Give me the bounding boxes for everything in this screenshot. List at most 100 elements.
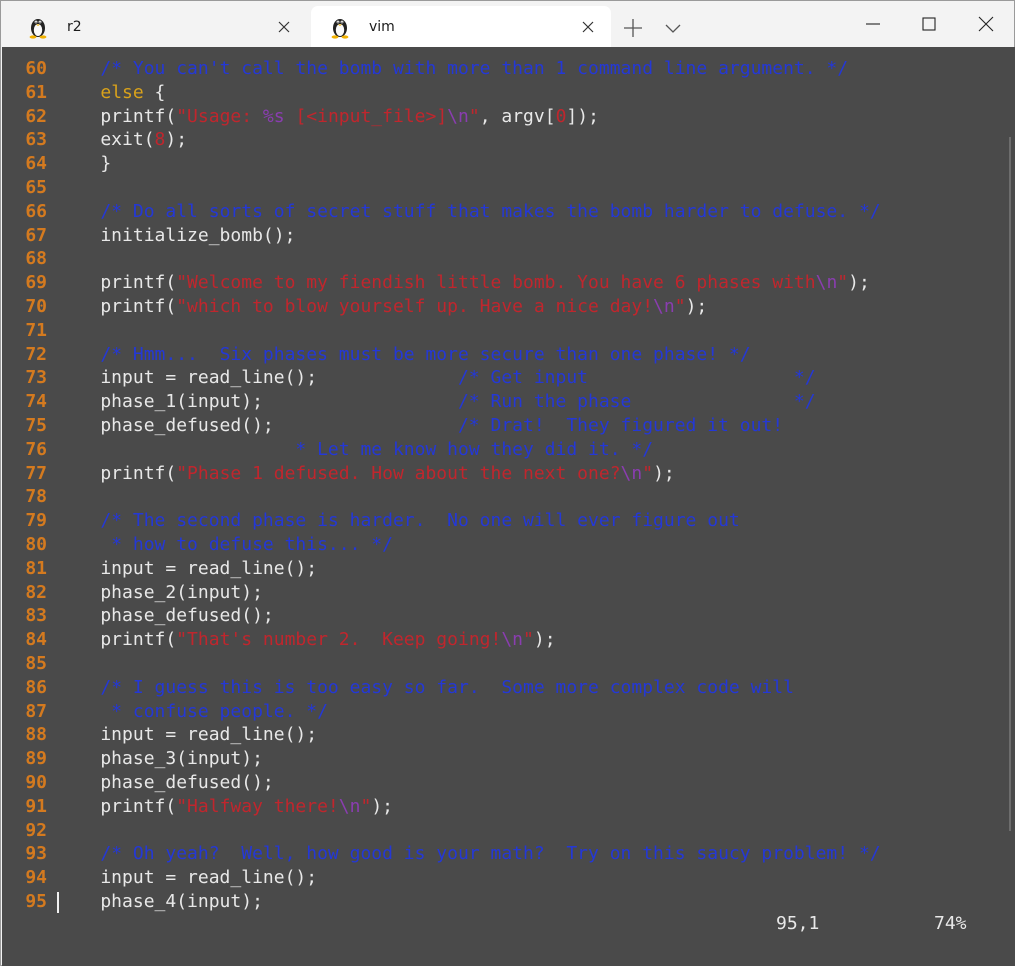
tab-vim[interactable]: vim: [311, 6, 611, 47]
code-line[interactable]: 78: [2, 485, 1002, 509]
code-line[interactable]: 87 * confuse people. */: [2, 700, 1002, 724]
code-token: \n: [815, 272, 838, 294]
code-line[interactable]: 83 phase_defused();: [2, 604, 1002, 628]
close-tab-icon[interactable]: [273, 16, 295, 38]
code-token: "Phase 1 defused. How about the next one…: [176, 462, 621, 484]
line-text: /* Oh yeah? Well, how good is your math?…: [57, 842, 880, 866]
line-number: 70: [25, 295, 47, 317]
line-number: 94: [25, 867, 47, 889]
code-line[interactable]: 72 /* Hmm... Six phases must be more sec…: [2, 343, 1002, 367]
code-line[interactable]: 63 exit(8);: [2, 128, 1002, 152]
line-number: 91: [25, 795, 47, 817]
code-line[interactable]: 92: [2, 819, 1002, 843]
code-token: phase_2(input);: [57, 581, 263, 603]
code-line[interactable]: 79 /* The second phase is harder. No one…: [2, 509, 1002, 533]
code-line[interactable]: 91 printf("Halfway there!\n");: [2, 795, 1002, 819]
line-number: 68: [25, 248, 47, 270]
line-text: phase_defused();: [57, 604, 273, 628]
code-token: );: [848, 272, 870, 294]
code-token: initialize_bomb();: [57, 224, 296, 246]
code-token: );: [165, 129, 188, 151]
line-text: * confuse people. */: [57, 700, 328, 724]
code-line[interactable]: 74 phase_1(input); /* Run the phase */: [2, 390, 1002, 414]
code-token: printf(: [57, 629, 177, 651]
line-number: 83: [25, 605, 47, 627]
code-line[interactable]: 89 phase_3(input);: [2, 747, 1002, 771]
code-line[interactable]: 75 phase_defused(); /* Drat! They figure…: [2, 414, 1002, 438]
code-token: [<input_file>]: [284, 105, 448, 127]
code-token: printf(: [57, 795, 177, 817]
code-line[interactable]: 84 printf("That's number 2. Keep going!\…: [2, 628, 1002, 652]
code-line[interactable]: 69 printf("Welcome to my fiendish little…: [2, 271, 1002, 295]
terminal-window: r2 vim 60 /* You can't call the bomb wit…: [0, 0, 1015, 966]
code-line[interactable]: 67 initialize_bomb();: [2, 224, 1002, 248]
code-line[interactable]: 71: [2, 319, 1002, 343]
code-line[interactable]: 77 printf("Phase 1 defused. How about th…: [2, 462, 1002, 486]
code-line[interactable]: 94 input = read_line();: [2, 866, 1002, 890]
code-line[interactable]: 70 printf("which to blow yourself up. Ha…: [2, 295, 1002, 319]
tux-icon: [331, 18, 349, 39]
code-buffer[interactable]: 60 /* You can't call the bomb with more …: [2, 57, 1002, 914]
tux-icon: [29, 18, 47, 39]
line-number: 64: [25, 153, 47, 175]
code-line[interactable]: 80 * how to defuse this... */: [2, 533, 1002, 557]
new-tab-icon[interactable]: [622, 17, 644, 39]
line-text: exit(8);: [57, 128, 187, 152]
code-token: "Welcome to my fiendish little bomb. You…: [176, 272, 816, 294]
code-token: printf(: [57, 295, 177, 317]
maximize-icon[interactable]: [919, 14, 939, 34]
line-number: 93: [25, 843, 47, 865]
line-number: 86: [25, 676, 47, 698]
line-number: 77: [25, 462, 47, 484]
vim-editor[interactable]: 60 /* You can't call the bomb with more …: [2, 47, 1015, 966]
code-line[interactable]: 95 phase_4(input);: [2, 890, 1002, 914]
code-line[interactable]: 65: [2, 176, 1002, 200]
minimize-icon[interactable]: [863, 14, 883, 34]
code-line[interactable]: 60 /* You can't call the bomb with more …: [2, 57, 1002, 81]
code-line[interactable]: 66 /* Do all sorts of secret stuff that …: [2, 200, 1002, 224]
code-line[interactable]: 76 * Let me know how they did it. */: [2, 438, 1002, 462]
code-token: phase_defused();: [57, 414, 458, 436]
code-line[interactable]: 90 phase_defused();: [2, 771, 1002, 795]
code-token: * how to defuse this... */: [111, 533, 393, 555]
code-token: phase_1(input);: [57, 391, 458, 413]
code-line[interactable]: 62 printf("Usage: %s [<input_file>]\n", …: [2, 105, 1002, 129]
code-line[interactable]: 93 /* Oh yeah? Well, how good is your ma…: [2, 842, 1002, 866]
line-text: /* The second phase is harder. No one wi…: [57, 509, 739, 533]
code-token: 0: [555, 105, 567, 127]
code-line[interactable]: 85: [2, 652, 1002, 676]
code-token: printf(: [57, 105, 177, 127]
code-line[interactable]: 81 input = read_line();: [2, 557, 1002, 581]
code-line[interactable]: 68: [2, 247, 1002, 271]
code-token: input = read_line();: [57, 867, 318, 889]
line-text: input = read_line();: [57, 723, 317, 747]
line-number: 89: [25, 748, 47, 770]
code-token: );: [685, 295, 708, 317]
code-line[interactable]: 86 /* I guess this is too easy so far. S…: [2, 676, 1002, 700]
code-token: /* I guess this is too easy so far. Some…: [100, 676, 794, 698]
code-token: /* Hmm... Six phases must be more secure…: [100, 343, 751, 365]
line-text: phase_1(input); /* Run the phase */: [57, 390, 815, 414]
line-number: 82: [25, 581, 47, 603]
line-text: input = read_line(); /* Get input */: [57, 366, 815, 390]
code-line[interactable]: 61 else {: [2, 81, 1002, 105]
close-tab-icon[interactable]: [577, 16, 599, 38]
code-token: "which to blow yourself up. Have a nice …: [176, 295, 654, 317]
code-token: * Let me know how they did it. */: [295, 438, 654, 460]
chevron-down-icon[interactable]: [663, 19, 683, 37]
code-token: else: [100, 81, 144, 103]
tab-r2[interactable]: r2: [9, 6, 307, 47]
code-token: ": [360, 795, 372, 817]
code-line[interactable]: 64 }: [2, 152, 1002, 176]
code-line[interactable]: 88 input = read_line();: [2, 723, 1002, 747]
code-token: ": [523, 629, 534, 651]
code-line[interactable]: 82 phase_2(input);: [2, 581, 1002, 605]
scrollbar[interactable]: [1009, 137, 1011, 831]
code-line[interactable]: 73 input = read_line(); /* Get input */: [2, 366, 1002, 390]
close-window-icon[interactable]: [976, 14, 996, 34]
line-number: 76: [25, 438, 47, 460]
